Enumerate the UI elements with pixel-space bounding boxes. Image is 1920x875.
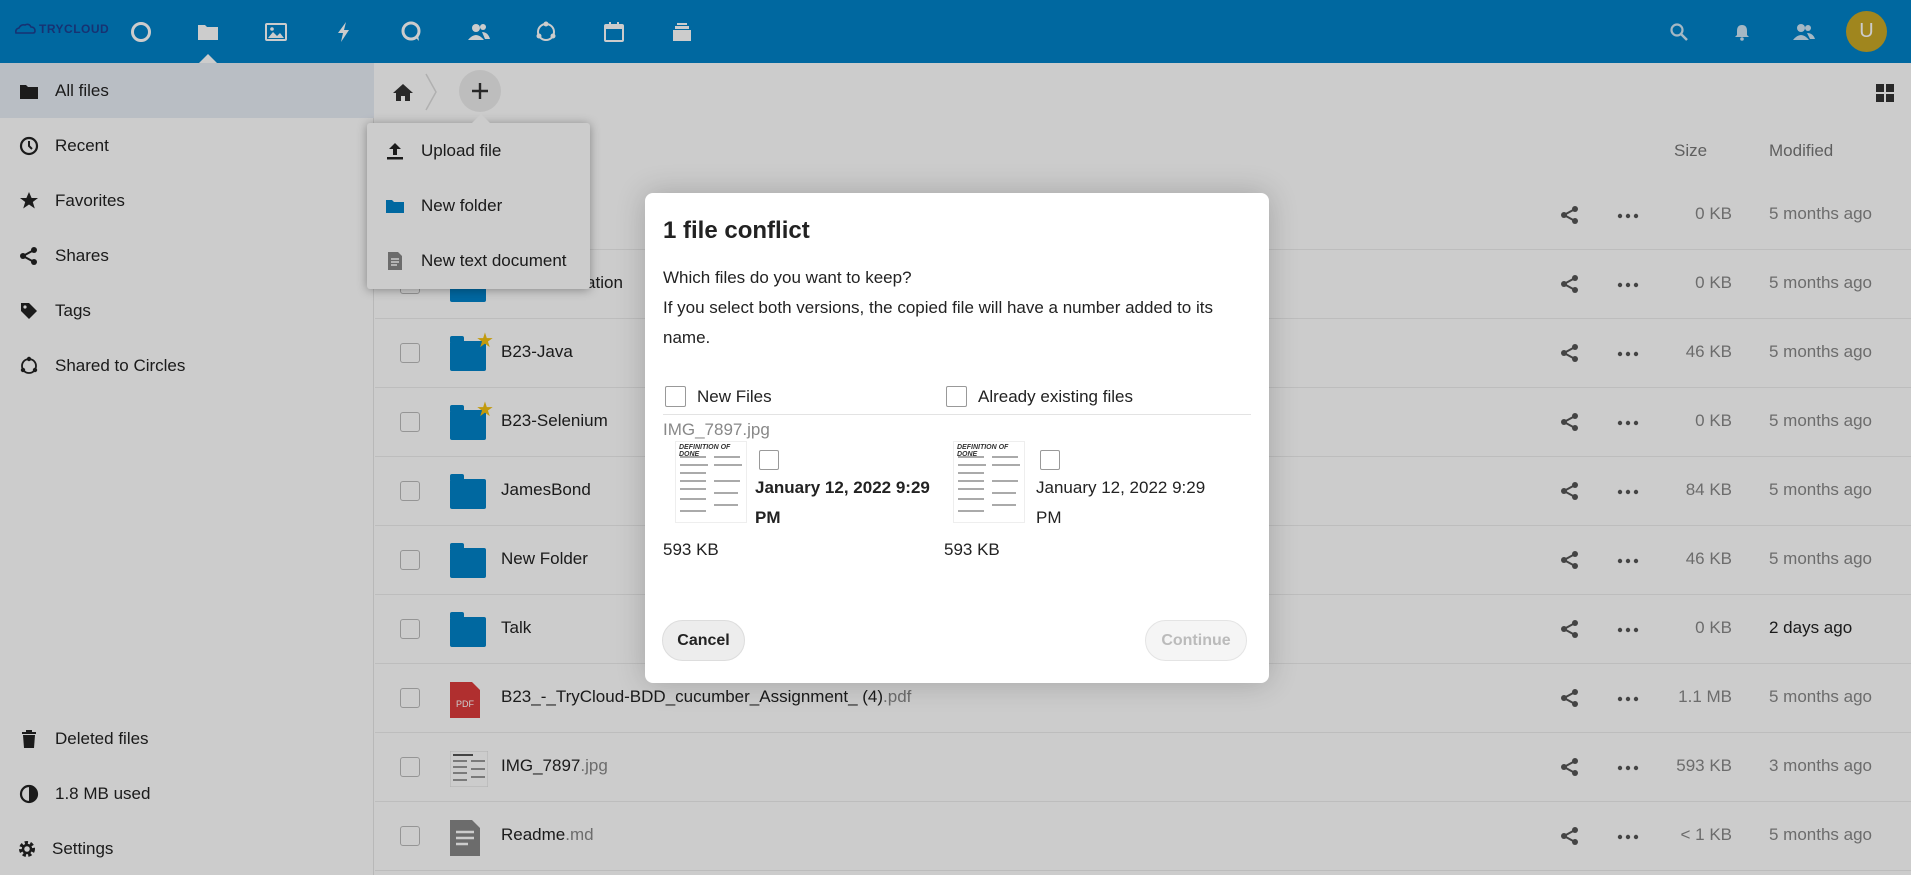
cancel-button[interactable]: Cancel	[662, 620, 745, 661]
dialog-question: Which files do you want to keep?	[663, 268, 912, 287]
existing-files-select-all[interactable]: Already existing files	[946, 386, 1133, 407]
new-files-checkbox[interactable]	[665, 386, 686, 407]
new-files-select-all[interactable]: New Files	[665, 386, 772, 407]
dialog-explanation-line2: name.	[663, 328, 711, 347]
continue-button[interactable]: Continue	[1145, 620, 1247, 661]
existing-file-size: 593 KB	[944, 540, 1000, 559]
new-files-label: New Files	[697, 386, 772, 406]
new-file-thumbnail: DEFINITION OF DONE	[675, 441, 747, 523]
divider	[663, 414, 1251, 415]
existing-file-thumbnail: DEFINITION OF DONE	[953, 441, 1025, 523]
new-file-size: 593 KB	[663, 540, 719, 559]
file-conflict-dialog: 1 file conflict Which files do you want …	[645, 193, 1269, 683]
existing-file-checkbox[interactable]	[1040, 450, 1060, 470]
existing-files-label: Already existing files	[978, 386, 1133, 406]
scrollbar-track[interactable]	[1911, 0, 1920, 875]
new-file-checkbox[interactable]	[759, 450, 779, 470]
dialog-title: 1 file conflict	[663, 217, 810, 244]
dialog-explanation-line1: If you select both versions, the copied …	[663, 298, 1213, 317]
existing-file-date: January 12, 2022 9:29 PM	[1036, 478, 1206, 527]
existing-files-checkbox[interactable]	[946, 386, 967, 407]
new-file-date: January 12, 2022 9:29 PM	[755, 478, 930, 527]
conflict-file-name: IMG_7897.jpg	[663, 420, 770, 439]
